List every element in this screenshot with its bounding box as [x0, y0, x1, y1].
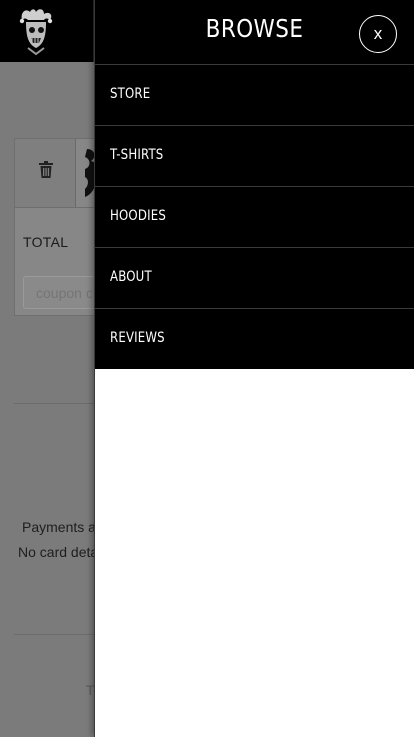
browse-drawer: BROWSE x STORE T-SHIRTS HOODIES ABOUT RE… [94, 0, 414, 737]
logo-link[interactable] [0, 0, 94, 62]
total-label: TOTAL [23, 234, 69, 250]
menu-item-t-shirts[interactable]: T-SHIRTS [95, 125, 414, 186]
jester-skull-logo-icon [19, 9, 53, 56]
trash-icon [39, 161, 53, 178]
close-icon: x [373, 24, 383, 43]
menu-item-label: STORE [110, 86, 151, 102]
payments-note: Payments a [22, 519, 96, 535]
menu-item-about[interactable]: ABOUT [95, 247, 414, 308]
menu-item-label: HOODIES [110, 208, 166, 224]
menu-item-hoodies[interactable]: HOODIES [95, 186, 414, 247]
remove-item-button[interactable] [15, 139, 76, 207]
close-drawer-button[interactable]: x [359, 15, 397, 53]
drawer-header: BROWSE x [95, 0, 414, 64]
drawer-title: BROWSE [205, 14, 304, 43]
menu-item-reviews[interactable]: REVIEWS [95, 308, 414, 369]
menu-item-label: REVIEWS [110, 330, 165, 346]
drawer-menu: STORE T-SHIRTS HOODIES ABOUT REVIEWS [95, 64, 414, 369]
menu-item-label: T-SHIRTS [110, 147, 164, 163]
menu-item-store[interactable]: STORE [95, 64, 414, 125]
menu-item-label: ABOUT [110, 269, 152, 285]
card-details-note: No card deta [18, 544, 99, 560]
